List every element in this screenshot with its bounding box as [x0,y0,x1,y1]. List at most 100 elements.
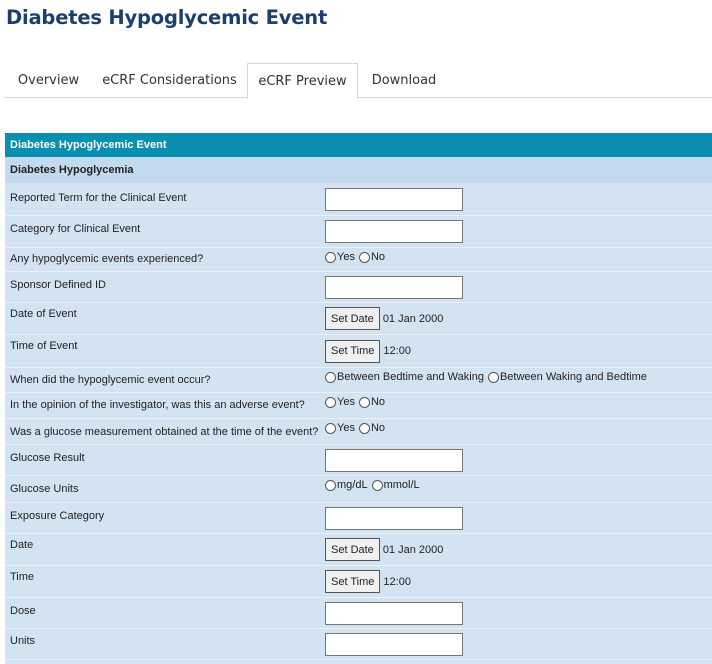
set-date-button[interactable]: Set Date [325,538,380,561]
field-control: Set Time 12:00 [325,335,411,367]
set-time-button[interactable]: Set Time [325,339,381,363]
form-row-date: Date Set Date 01 Jan 2000 [5,534,712,566]
section-header: Diabetes Hypoglycemia [5,157,712,183]
glucose-result-input[interactable] [325,448,463,472]
field-label: Units [10,635,36,647]
form-row-category-for-clinical-event: Category for Clinical Event [5,216,712,248]
field-control [325,629,463,659]
field-control [325,445,463,475]
field-control: mg/dL mmol/L [325,476,424,502]
form-row-in-the-opinion-of-the-investigator-was-this-an-adverse-event: In the opinion of the investigator, was … [5,393,712,419]
set-time-button[interactable]: Set Time [325,570,381,593]
radio-button[interactable] [358,422,370,434]
tab-overview[interactable]: Overview [5,63,92,98]
radio-button[interactable] [325,422,336,434]
field-control: Set Date 01 Jan 2000 [325,303,443,334]
radio-option-yes[interactable]: Yes [325,396,355,408]
field-control: Yes No [325,248,389,271]
set-time-value: 12:00 [383,575,411,588]
radio-label: Yes [337,251,355,263]
radio-label: Between Waking and Bedtime [499,371,647,383]
radio-button[interactable] [371,479,383,491]
field-label: Glucose Result [10,452,85,464]
field-control: Between Bedtime and Waking Between Waking… [325,368,651,392]
form-row-reported-term-for-the-clinical-event: Reported Term for the Clinical Event [5,183,712,216]
field-control: Yes No [325,393,389,418]
form-row-time: Time Set Time 12:00 [5,566,712,598]
radio-label: Yes [337,422,355,434]
field-label: When did the hypoglycemic event occur? [10,374,211,386]
form-header: Diabetes Hypoglycemic Event [5,133,712,157]
field-label: Any hypoglycemic events experienced? [10,253,204,265]
radio-button[interactable] [487,371,499,383]
form-row-dose: Dose [5,598,712,629]
form-row-time-of-event: Time of Event Set Time 12:00 [5,335,712,368]
set-date-value: 01 Jan 2000 [382,543,444,556]
radio-label: No [370,396,386,408]
field-control [325,183,463,215]
radio-option-mg-dl[interactable]: mg/dL [325,479,368,491]
field-label: Reported Term for the Clinical Event [10,192,187,204]
form-row-when-did-the-hypoglycemic-event-occur: When did the hypoglycemic event occur? Be… [5,368,712,393]
radio-option-no[interactable]: No [358,396,386,408]
field-control: Set Date 01 Jan 2000 [325,534,443,565]
radio-label: No [370,251,386,263]
tab-ecrf-preview[interactable]: eCRF Preview [247,63,358,99]
field-label: Dose [10,605,36,617]
radio-button[interactable] [325,479,336,491]
form-row-exposure-category: Exposure Category [5,503,712,534]
tab-ecrf-considerations[interactable]: eCRF Considerations [92,63,247,98]
field-control [325,503,463,533]
ecrf-form: Diabetes Hypoglycemic Event Diabetes Hyp… [5,133,712,664]
radio-label: mg/dL [337,479,368,491]
sponsor-defined-id-input[interactable] [325,275,463,299]
field-label: Exposure Category [10,510,105,522]
field-label: Time [10,571,35,583]
field-control [325,598,463,628]
radio-option-between-waking-and-bedtime[interactable]: Between Waking and Bedtime [487,371,647,383]
set-time-value: 12:00 [383,345,411,357]
units-input[interactable] [325,632,463,656]
field-label: Sponsor Defined ID [10,279,106,291]
exposure-category-input[interactable] [325,506,463,530]
field-label: Was a glucose measurement obtained at th… [10,426,319,438]
dose-input[interactable] [325,601,463,625]
radio-button[interactable] [358,396,370,408]
radio-button[interactable] [325,251,336,263]
field-control [325,216,463,247]
tab-bar: Overview eCRF Considerations eCRF Previe… [5,63,712,99]
reported-term-for-the-clinical-event-input[interactable] [325,187,463,211]
field-label: Category for Clinical Event [10,223,141,235]
radio-option-yes[interactable]: Yes [325,251,355,263]
radio-option-no[interactable]: No [358,422,386,434]
field-control: Yes No [325,419,389,444]
field-control: Set Time 12:00 [325,566,411,597]
field-control [325,272,463,302]
radio-button[interactable] [325,396,336,408]
radio-option-yes[interactable]: Yes [325,422,355,434]
field-label: Time of Event [10,340,78,352]
form-row-sponsor-defined-id: Sponsor Defined ID [5,272,712,303]
radio-label: Yes [337,396,355,408]
form-row-glucose-units: Glucose Units mg/dL mmol/L [5,476,712,503]
page-title: Diabetes Hypoglycemic Event [6,6,328,29]
form-row-was-a-glucose-measurement-obtained-at-the-time-of-the-event: Was a glucose measurement obtained at th… [5,419,712,445]
form-row-glucose-result: Glucose Result [5,445,712,476]
field-label: Date of Event [10,308,77,320]
tab-download[interactable]: Download [358,63,450,98]
form-row-any-hypoglycemic-events-experienced: Any hypoglycemic events experienced? Yes N… [5,248,712,272]
radio-option-no[interactable]: No [358,251,386,263]
category-for-clinical-event-input[interactable] [325,220,463,243]
radio-button[interactable] [358,251,370,263]
radio-button[interactable] [325,371,336,383]
radio-option-mmol-l[interactable]: mmol/L [371,479,420,491]
set-date-button[interactable]: Set Date [325,307,380,330]
radio-label: Between Bedtime and Waking [337,371,484,383]
field-label: In the opinion of the investigator, was … [10,399,305,411]
field-label: Date [10,539,34,551]
radio-option-between-bedtime-and-waking[interactable]: Between Bedtime and Waking [325,371,484,383]
set-date-value: 01 Jan 2000 [382,312,444,325]
form-row-units: Units [5,629,712,660]
radio-label: No [370,422,386,434]
field-label: Glucose Units [10,483,79,495]
